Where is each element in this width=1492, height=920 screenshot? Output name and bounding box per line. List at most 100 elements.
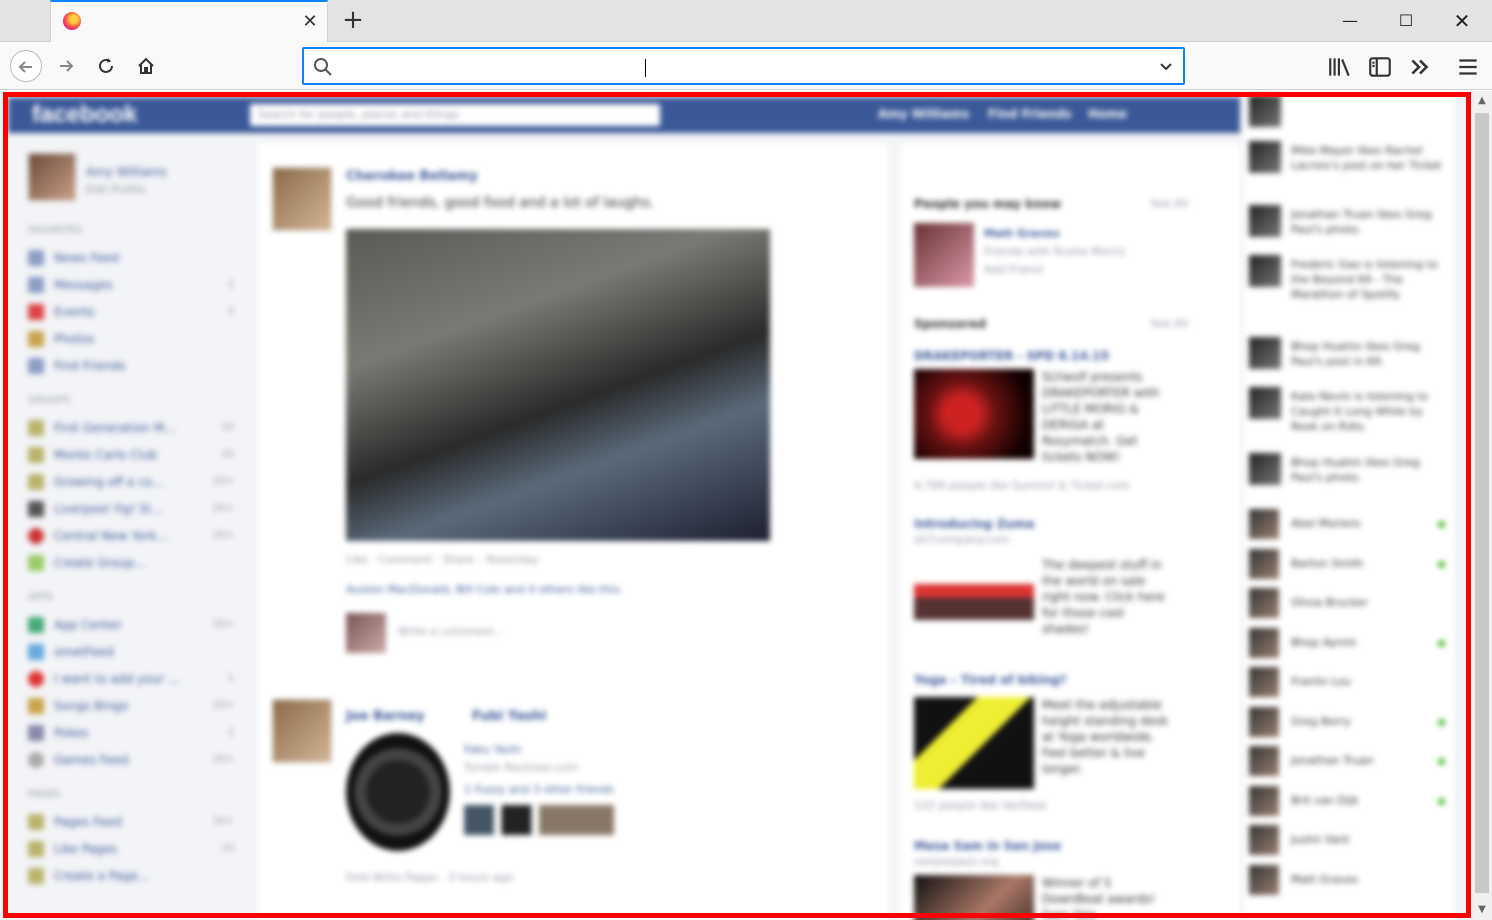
sidebar-item[interactable]: App Center 20+ bbox=[28, 611, 238, 638]
contact-name: Jonathan Truan bbox=[1291, 754, 1374, 767]
chat-contact[interactable]: Franlin Lou bbox=[1249, 667, 1449, 699]
avatar[interactable] bbox=[914, 223, 974, 287]
see-all-link[interactable]: See All bbox=[1150, 317, 1188, 330]
post-author[interactable]: Cherokee Bellamy bbox=[346, 169, 478, 184]
minimize-button[interactable]: — bbox=[1322, 0, 1378, 42]
edit-profile-link[interactable]: Edit Profile bbox=[86, 183, 145, 196]
app-icon bbox=[28, 643, 44, 660]
sidebar-item[interactable]: Pages Feed 20+ bbox=[28, 808, 238, 835]
post-photo[interactable] bbox=[346, 229, 770, 541]
sidebar-item[interactable]: I want to add your ... 1 bbox=[28, 665, 238, 692]
see-all-link[interactable]: See All bbox=[1150, 197, 1188, 210]
news-feed: Cherokee Bellamy Good friends, good food… bbox=[258, 143, 888, 920]
sidebar-item[interactable]: Like Pages 10 bbox=[28, 835, 238, 862]
forward-button[interactable] bbox=[50, 50, 82, 82]
facebook-logo[interactable]: facebook bbox=[32, 101, 137, 129]
avatar[interactable] bbox=[28, 153, 76, 201]
ad-image[interactable] bbox=[914, 697, 1034, 789]
chat-contact[interactable]: Brit van Dijk bbox=[1249, 786, 1449, 818]
friend-thumbnails[interactable] bbox=[464, 805, 614, 835]
sidebar-item[interactable]: Messages 1 bbox=[28, 271, 238, 298]
chat-contact[interactable]: Jonathan Truan bbox=[1249, 746, 1449, 778]
ticker-text: Bhop Huahin likes Greg Paul's photo. bbox=[1291, 456, 1420, 484]
nav-profile[interactable]: Amy Williams bbox=[878, 107, 969, 121]
app-title[interactable]: Fabu Yashi bbox=[464, 743, 521, 756]
sidebar-item[interactable]: Create Group... bbox=[28, 549, 238, 576]
avatar[interactable] bbox=[272, 699, 332, 763]
sidebar-item[interactable]: Liverpool Yig! Sl... 20+ bbox=[28, 495, 238, 522]
ad-likes: 122 people like VarDesk bbox=[914, 799, 1047, 812]
close-window-button[interactable]: ✕ bbox=[1434, 0, 1490, 42]
ticker-item[interactable] bbox=[1249, 95, 1449, 127]
ad-title[interactable]: Yoga – Tired of biking? bbox=[914, 673, 1067, 687]
post-actions[interactable]: Like · Comment · Share · Yesterday bbox=[346, 553, 538, 566]
chat-contact[interactable]: Barton Smith bbox=[1249, 549, 1449, 581]
ad-title[interactable]: Mesa Sam in San Jose bbox=[914, 839, 1061, 853]
forward-arrow-icon bbox=[60, 60, 74, 72]
avatar bbox=[1249, 387, 1281, 419]
hamburger-menu-icon[interactable] bbox=[1455, 54, 1481, 80]
home-button[interactable] bbox=[130, 50, 162, 82]
comment-input[interactable]: Write a comment... bbox=[398, 625, 504, 638]
sidebar-item[interactable]: Find Friends bbox=[28, 352, 238, 379]
overflow-menu-icon[interactable] bbox=[1407, 54, 1433, 80]
sidebar-item[interactable]: Photos bbox=[28, 325, 238, 352]
chat-contact[interactable]: Greg Berry bbox=[1249, 707, 1449, 739]
ad-image[interactable] bbox=[914, 875, 1034, 920]
ad-image[interactable] bbox=[914, 369, 1034, 459]
new-tab-button[interactable]: + bbox=[338, 6, 368, 36]
browser-tab[interactable]: ✕ bbox=[50, 0, 328, 42]
avatar bbox=[1249, 865, 1279, 895]
chat-contact[interactable]: Justin Vant bbox=[1249, 825, 1449, 857]
sidebar-item[interactable]: Create a Page... bbox=[28, 862, 238, 889]
sidebar-item[interactable]: Songs Bingo 20+ bbox=[28, 692, 238, 719]
sidebar-item[interactable]: Events 2 bbox=[28, 298, 238, 325]
group-icon bbox=[28, 527, 44, 544]
scrollbar-thumb[interactable] bbox=[1475, 113, 1489, 893]
sidebar-item-label: Central New York... bbox=[54, 528, 168, 543]
vertical-scrollbar[interactable]: ▲ ▼ bbox=[1472, 91, 1492, 920]
url-bar[interactable] bbox=[302, 47, 1185, 85]
url-input[interactable] bbox=[341, 52, 1141, 80]
sidebar-item[interactable]: Central New York... 20+ bbox=[28, 522, 238, 549]
sidebar-item-label: Find Friends bbox=[54, 358, 126, 373]
reload-button[interactable] bbox=[90, 50, 122, 82]
chat-contact[interactable]: Bhop Aymin bbox=[1249, 628, 1449, 660]
ad-image[interactable] bbox=[914, 557, 1034, 647]
chat-contact[interactable]: Abel Morlero bbox=[1249, 509, 1449, 541]
sidebar-item[interactable]: Monte Carlo Club 10 bbox=[28, 441, 238, 468]
sidebar-item[interactable]: First Generation M... 10 bbox=[28, 414, 238, 441]
pymk-name[interactable]: Matt Graves bbox=[984, 227, 1060, 240]
post-likes[interactable]: Austen MacDonald, Bill Cole and 4 others… bbox=[346, 583, 623, 596]
add-friend-button[interactable]: Add Friend bbox=[984, 263, 1043, 276]
app-logo[interactable] bbox=[346, 733, 450, 851]
nav-home[interactable]: Home bbox=[1088, 107, 1127, 121]
avatar[interactable] bbox=[272, 167, 332, 231]
profile-name[interactable]: Amy Williams bbox=[86, 165, 167, 179]
section-header: GROUPS bbox=[28, 395, 71, 406]
ad-title[interactable]: Introducing Zuma bbox=[914, 517, 1034, 531]
close-tab-icon[interactable]: ✕ bbox=[299, 11, 321, 33]
post-text: Good friends, good food and a lot of lau… bbox=[346, 195, 655, 211]
contact-name: Olivia Brucker bbox=[1291, 596, 1368, 609]
chat-contact[interactable]: Olivia Brucker bbox=[1249, 588, 1449, 620]
library-icon[interactable] bbox=[1327, 54, 1353, 80]
nav-find-friends[interactable]: Find Friends bbox=[988, 107, 1072, 121]
friends-text[interactable]: 1 Fuzzy and 3 other friends bbox=[464, 783, 614, 796]
post-tag[interactable]: Fubi Yashi bbox=[472, 709, 546, 724]
maximize-button[interactable]: ☐ bbox=[1378, 0, 1434, 42]
ad-title[interactable]: DRAKEPORTER - SPD 8.14.15 bbox=[914, 349, 1109, 363]
scroll-down-arrow-icon[interactable]: ▼ bbox=[1472, 900, 1492, 920]
sidebar-item[interactable]: Games Feed 20+ bbox=[28, 746, 238, 773]
scroll-up-arrow-icon[interactable]: ▲ bbox=[1472, 91, 1492, 111]
sidebar-icon[interactable] bbox=[1367, 54, 1393, 80]
sidebar-item[interactable]: Growing off a co... 20+ bbox=[28, 468, 238, 495]
chevron-down-icon[interactable] bbox=[1158, 58, 1174, 74]
back-button[interactable] bbox=[10, 50, 42, 82]
facebook-search[interactable]: Search for people, places and things bbox=[250, 104, 660, 126]
sidebar-item[interactable]: Pokes 1 bbox=[28, 719, 238, 746]
sidebar-item[interactable]: ometFeed bbox=[28, 638, 238, 665]
chat-contact[interactable]: Matt Graves bbox=[1249, 865, 1449, 897]
sidebar-item[interactable]: News Feed bbox=[28, 244, 238, 271]
post-author[interactable]: Joe Barney bbox=[346, 709, 425, 724]
